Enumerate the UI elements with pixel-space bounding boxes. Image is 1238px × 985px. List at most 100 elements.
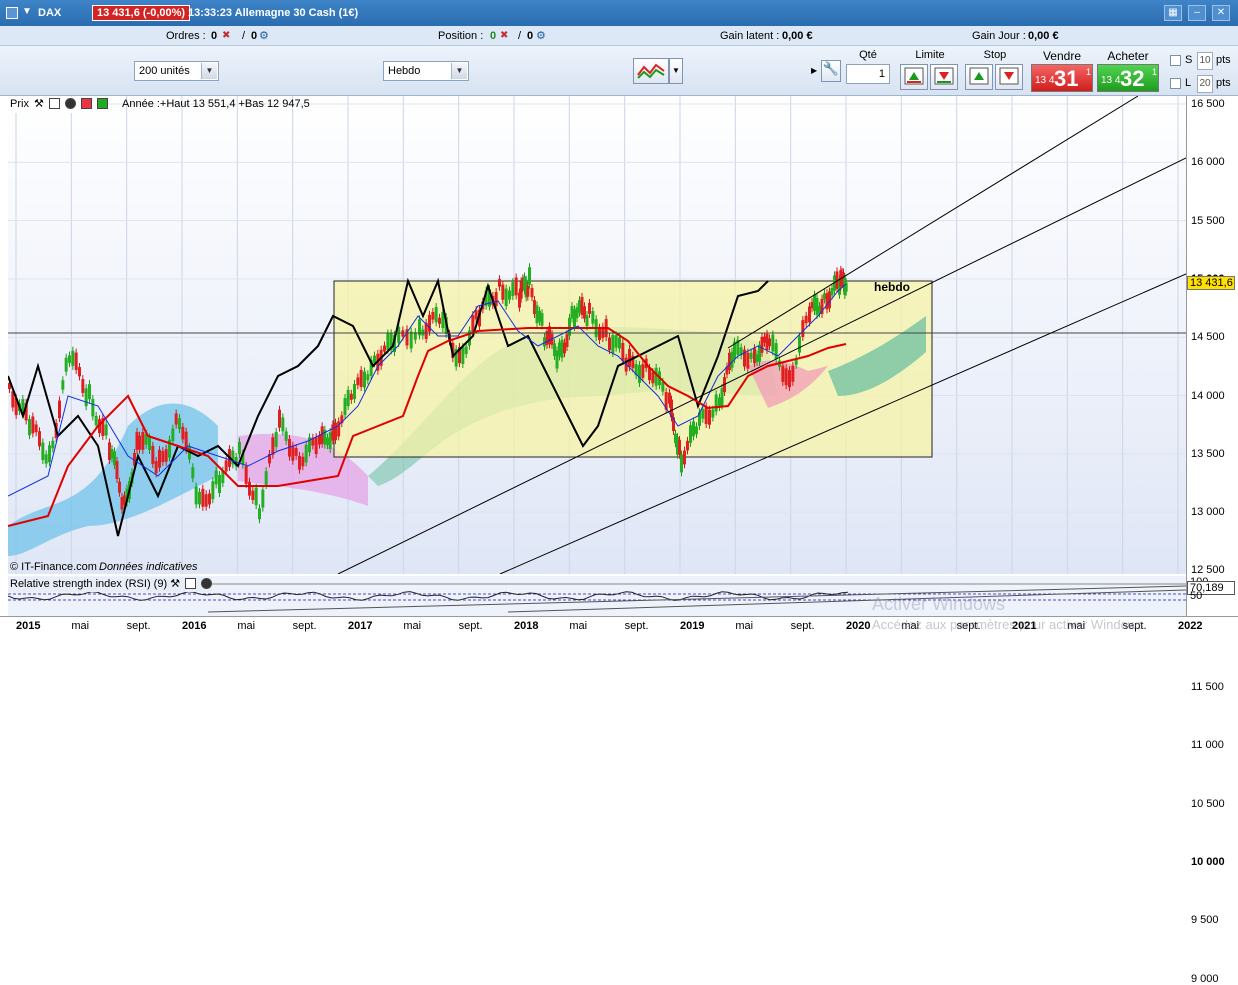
x-tick-label: 2018 [514,620,539,632]
x-tick-label: mai [569,620,588,632]
x-tick-label: 2015 [16,620,41,632]
buy-price-small: 13 4 [1101,75,1121,86]
candle-body [768,338,771,347]
s-points-input[interactable]: 10 [1197,52,1213,70]
y-tick-label: 9 000 [1191,972,1219,985]
candle-body [798,336,801,353]
window-icon[interactable] [185,578,197,589]
candle-body [158,449,161,468]
candle-body [41,442,45,461]
candle-body [264,471,268,485]
gear-icon[interactable]: ⚙ [536,29,546,42]
stop-buy-button[interactable] [965,64,993,90]
candle-body [154,460,158,474]
candle-body [171,428,175,442]
close-icon[interactable] [65,98,77,109]
buy-button[interactable]: 13 4 32 1 [1097,64,1159,92]
candle-body [81,379,85,393]
cancel-orders-icon[interactable]: ✖ [222,30,230,41]
price-chart[interactable] [8,96,1186,574]
sell-button[interactable]: 13 4 31 1 [1031,64,1093,92]
candle-body [349,393,353,400]
rsi-label: Relative strength index (RSI) (9) [10,578,168,590]
candle-body [161,451,165,463]
x-tick-label: 2016 [182,620,207,632]
chevron-down-icon[interactable]: ▼ [451,63,467,79]
candle-body [708,409,711,425]
candle-body [194,486,198,505]
gear-icon[interactable]: ⚙ [259,29,269,42]
candle-body [328,432,332,450]
candle-body [34,424,38,433]
candle-body [78,367,81,377]
y-axis: 16 50016 00015 50015 00014 50014 00013 5… [1186,96,1238,985]
candle-body [514,277,518,296]
x-tick-label: mai [735,620,754,632]
candle-body [508,290,511,300]
candle-body [678,439,681,455]
limit-sell-icon [934,67,954,85]
limit-buy-button[interactable] [900,64,928,90]
candle-body [784,368,788,386]
activation-watermark-sub: Accédez aux paramètres pour activer Wind… [872,617,1148,632]
candle-body [326,437,329,446]
chart-type-button[interactable] [633,58,669,84]
candle-body [654,367,658,386]
stop-label: Stop [983,49,1007,61]
rsi-line [8,591,849,601]
period-select[interactable]: Hebdo ▼ [383,61,469,81]
position-label: Position : [438,30,484,42]
candle-body [501,284,505,300]
stop-sell-icon [999,67,1019,85]
qty-input[interactable]: 1 [846,64,890,84]
x-tick-label: 2019 [680,620,705,632]
window-icon[interactable] [48,98,60,109]
buy-price-big: 32 [1120,66,1145,91]
candle-body [749,352,753,359]
candle-body [464,346,468,355]
candle-body [638,365,641,383]
candle-body [431,312,435,320]
candle-body [746,352,750,369]
wrench-icon[interactable]: ⚒ [170,578,180,590]
stop-sell-button[interactable] [995,64,1023,90]
candle-body [386,333,390,350]
stop-checkbox[interactable] [1170,55,1181,66]
units-select[interactable]: 200 unités ▼ [134,61,219,81]
calendar-icon[interactable]: ▦ [1164,5,1182,21]
candle-body [791,365,795,382]
candle-body [591,311,595,324]
limit-checkbox[interactable] [1170,78,1181,89]
candle-body [359,370,363,387]
candle-body [774,343,778,360]
x-tick-label: sept. [790,620,815,632]
candle-body [334,422,337,441]
chevron-down-icon[interactable]: ▼ [22,6,32,17]
arrow-down-icon[interactable] [81,98,93,109]
candle-body [588,302,591,314]
chevron-down-icon[interactable]: ▼ [201,63,217,79]
window-icon[interactable] [6,7,18,19]
x-tick-label: sept. [458,620,483,632]
candle-body [438,317,441,324]
close-icon[interactable]: ✕ [1212,5,1230,21]
chart-type-dropdown[interactable]: ▼ [669,58,683,84]
minimize-icon[interactable]: – [1188,5,1206,21]
limit-sell-button[interactable] [930,64,958,90]
pts-label: pts [1216,54,1231,66]
wrench-icon[interactable]: ⚒ [34,98,44,110]
candle-body [58,400,61,419]
collapse-arrow-icon[interactable]: ▶ [811,54,819,88]
gain-latent-value: 0,00 € [782,30,813,42]
candle-body [301,456,305,467]
close-position-icon[interactable]: ✖ [500,30,508,41]
candle-body [701,409,705,419]
arrow-up-icon[interactable] [97,98,109,109]
candle-body [271,437,275,455]
wrench-icon[interactable]: 🔧 [821,60,841,82]
close-icon[interactable] [201,578,213,589]
l-points-input[interactable]: 20 [1197,75,1213,93]
candle-body [461,347,465,364]
candle-body [498,279,501,287]
year-range-annotation: Année :+Haut 13 551,4 +Bas 12 947,5 [122,98,310,110]
